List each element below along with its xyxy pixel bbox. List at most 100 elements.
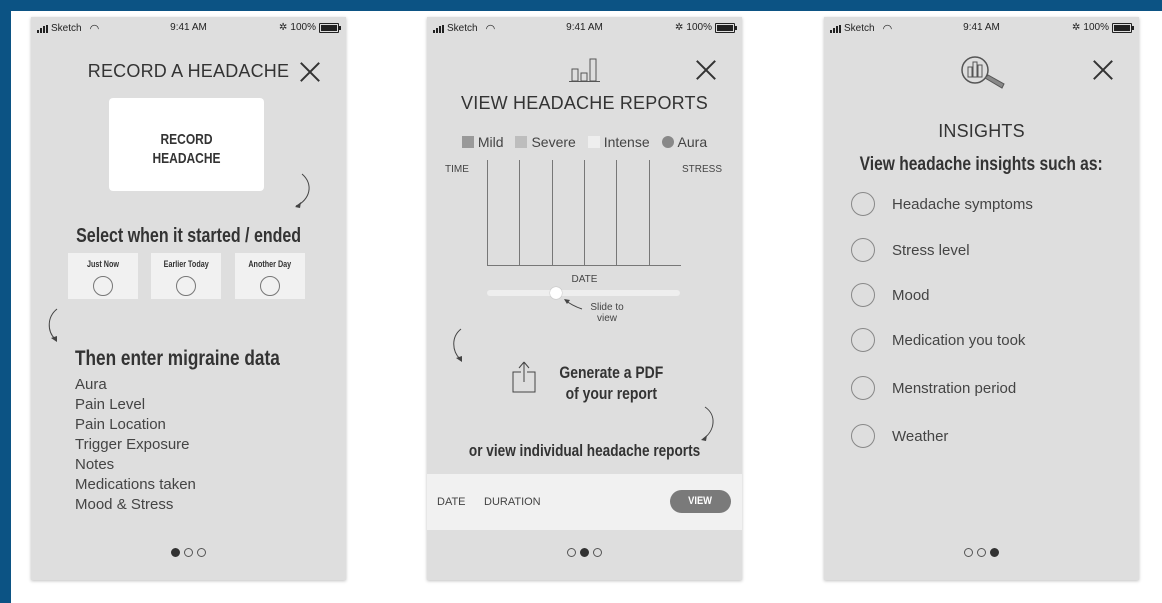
page-dot[interactable] (197, 548, 206, 557)
list-item: Notes (75, 456, 115, 473)
arrow-curve-icon (453, 328, 462, 362)
record-headache-button[interactable]: RECORD HEADACHE (109, 98, 264, 191)
radio-circle[interactable] (851, 192, 875, 216)
legend-swatch (461, 136, 474, 148)
close-icon[interactable] (695, 59, 717, 81)
bar-chart-icon (569, 58, 600, 82)
battery-icon (319, 22, 341, 33)
insight-label: Medication you took (892, 331, 1026, 349)
insight-label: Mood (892, 286, 930, 304)
choice-label: Another Day (248, 259, 292, 269)
insight-item-menstration[interactable]: Menstration period (851, 376, 1016, 400)
list-item: Trigger Exposure (75, 436, 190, 453)
chart-legend: Mild Severe Intense Aura (427, 134, 742, 151)
page-dot[interactable] (593, 548, 602, 557)
close-icon[interactable] (299, 61, 321, 83)
insight-label: Headache symptoms (892, 195, 1033, 213)
close-icon[interactable] (1092, 59, 1114, 81)
page-dot[interactable] (977, 548, 986, 557)
page-dot-active[interactable] (171, 548, 180, 557)
arrow-curve-icon (701, 406, 714, 441)
page-dot-active[interactable] (580, 548, 589, 557)
radio-circle[interactable] (851, 283, 875, 307)
insight-item-symptoms[interactable]: Headache symptoms (851, 192, 1033, 216)
battery-icon (715, 22, 737, 33)
slider-hint: Slide to view (590, 302, 624, 324)
view-report-button[interactable]: VIEW (670, 490, 731, 513)
legend-item-aura: Aura (661, 134, 707, 150)
legend-swatch (587, 136, 600, 148)
page-dot-active[interactable] (990, 548, 999, 557)
insight-label: Stress level (892, 241, 970, 259)
list-item: Pain Level (75, 396, 146, 413)
radio-circle[interactable] (851, 424, 875, 448)
page-dot[interactable] (184, 548, 193, 557)
battery-percent: 100% (686, 22, 712, 33)
battery-percent: 100% (1083, 22, 1109, 33)
report-date: DATE (437, 496, 466, 508)
arrow-curve-icon (48, 308, 58, 342)
arrow-curve-icon (295, 173, 310, 208)
legend-item-severe: Severe (515, 134, 576, 150)
legend-swatch (661, 136, 674, 148)
page-indicator (31, 544, 346, 562)
status-bar: Sketch ◠ 9:41 AM ✲ 100% (824, 17, 1139, 37)
list-item: Pain Location (75, 416, 166, 433)
radio-circle[interactable] (260, 276, 280, 296)
page-dot[interactable] (567, 548, 576, 557)
record-headache-label: RECORD HEADACHE (152, 131, 221, 167)
radio-circle[interactable] (93, 276, 113, 296)
report-chart (487, 160, 681, 266)
share-icon[interactable] (511, 361, 537, 394)
legend-item-mild: Mild (461, 134, 504, 150)
insight-label: Weather (892, 427, 949, 445)
phone-record-headache: Sketch ◠ 9:41 AM ✲ 100% RECORD A HEADACH… (31, 17, 346, 580)
phone-view-reports: Sketch ◠ 9:41 AM ✲ 100% VIEW HEADACHE RE… (427, 17, 742, 580)
page-dot[interactable] (964, 548, 973, 557)
migraine-data-heading: Then enter migraine data (75, 347, 280, 370)
generate-pdf-link[interactable]: Generate a PDF of your report (548, 362, 675, 404)
choice-label: Earlier Today (163, 259, 209, 269)
migraine-data-list: Aura Pain Level Pain Location Trigger Ex… (75, 375, 196, 515)
radio-circle[interactable] (851, 376, 875, 400)
insight-item-medication[interactable]: Medication you took (851, 328, 1025, 352)
window-frame-top (0, 0, 1162, 11)
report-duration: DURATION (484, 496, 541, 508)
y-axis-right-label: STRESS (681, 164, 722, 175)
date-slider-track[interactable] (487, 290, 680, 296)
list-item: Aura (75, 376, 107, 393)
status-bar: Sketch ◠ 9:41 AM ✲ 100% (427, 17, 742, 37)
bluetooth-icon: ✲ (279, 22, 288, 33)
battery-icon (1112, 22, 1134, 33)
insight-item-stress[interactable]: Stress level (851, 238, 970, 262)
individual-reports-heading: or view individual headache reports (468, 441, 701, 460)
list-item: Medications taken (75, 476, 196, 493)
radio-circle[interactable] (176, 276, 196, 296)
bluetooth-icon: ✲ (675, 22, 684, 33)
page-indicator (427, 544, 742, 562)
legend-item-intense: Intense (587, 134, 650, 150)
bluetooth-icon: ✲ (1072, 22, 1081, 33)
report-row[interactable]: DATE DURATION VIEW (427, 474, 742, 530)
insights-magnifier-icon (961, 56, 1005, 89)
window-frame-left (0, 0, 11, 603)
choice-another-day[interactable]: Another Day (235, 253, 305, 299)
choice-earlier-today[interactable]: Earlier Today (151, 253, 221, 299)
legend-swatch (515, 136, 528, 148)
insight-item-weather[interactable]: Weather (851, 424, 948, 448)
page-title: VIEW HEADACHE REPORTS (461, 93, 708, 113)
phone-insights: Sketch ◠ 9:41 AM ✲ 100% INSIGHTS View he… (824, 17, 1139, 580)
page-title: INSIGHTS (938, 121, 1025, 141)
insights-heading: View headache insights such as: (859, 154, 1104, 175)
y-axis-left-label: TIME (445, 164, 469, 175)
page-indicator (824, 544, 1139, 562)
insight-label: Menstration period (892, 379, 1017, 397)
radio-circle[interactable] (851, 328, 875, 352)
battery-percent: 100% (290, 22, 316, 33)
choice-just-now[interactable]: Just Now (68, 253, 138, 299)
radio-circle[interactable] (851, 238, 875, 262)
status-bar: Sketch ◠ 9:41 AM ✲ 100% (31, 17, 346, 37)
insight-item-mood[interactable]: Mood (851, 283, 930, 307)
x-axis-label: DATE (571, 274, 598, 285)
date-slider-knob[interactable] (550, 287, 563, 299)
